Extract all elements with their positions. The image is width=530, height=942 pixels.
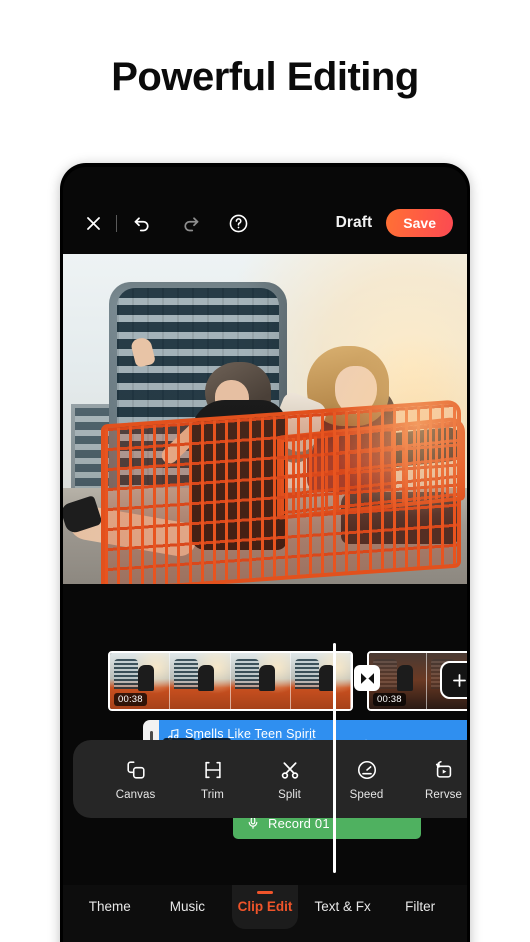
bottom-tab-bar: Theme Music Clip Edit Text & Fx Filter xyxy=(63,885,467,942)
trim-icon xyxy=(201,758,225,782)
phone-mockup: Draft Save 00:38 00:38 Smells Like Teen … xyxy=(60,163,470,942)
tab-active-underline xyxy=(256,891,273,894)
tool-label: Trim xyxy=(201,788,224,801)
clip-thumbnail xyxy=(170,653,231,709)
video-preview[interactable] xyxy=(63,254,467,584)
page-title: Powerful Editing xyxy=(111,55,419,99)
tab-label: Theme xyxy=(88,899,131,914)
page-root: Powerful Editing Draft Save 00:38 00:38 … xyxy=(0,0,530,942)
tool-label: Speed xyxy=(349,788,384,801)
tool-canvas[interactable]: Canvas xyxy=(103,758,169,801)
tool-split[interactable]: Split xyxy=(257,758,323,801)
tab-label: Music xyxy=(169,899,206,914)
undo-icon[interactable] xyxy=(126,207,158,239)
tool-label: Canvas xyxy=(115,788,156,801)
transition-icon[interactable] xyxy=(354,665,380,691)
app-screen: Draft Save 00:38 00:38 Smells Like Teen … xyxy=(63,167,467,942)
clip-thumbnail xyxy=(230,653,291,709)
tab-label: Filter xyxy=(405,899,436,914)
tool-label: Rervse xyxy=(424,788,463,801)
preview-shopping-cart xyxy=(101,399,461,584)
reverse-icon xyxy=(432,758,456,782)
redo-icon[interactable] xyxy=(174,207,206,239)
close-icon[interactable] xyxy=(77,207,109,239)
top-toolbar: Draft Save xyxy=(63,195,467,251)
tool-reverse[interactable]: Rervse xyxy=(411,758,468,801)
canvas-icon xyxy=(124,758,148,782)
toolbar-divider xyxy=(116,214,117,232)
tab-text-fx[interactable]: Text & Fx xyxy=(304,885,382,914)
tab-label: Clip Edit xyxy=(237,899,293,914)
tab-label: Text & Fx xyxy=(314,899,371,914)
tab-filter[interactable]: Filter xyxy=(381,885,459,914)
clip-duration-badge: 00:38 xyxy=(373,692,406,706)
help-circle-icon[interactable] xyxy=(222,207,254,239)
tab-music[interactable]: Music xyxy=(149,885,227,914)
add-clip-button[interactable] xyxy=(440,661,467,699)
microphone-icon xyxy=(246,816,260,830)
tool-label: Split xyxy=(278,788,301,801)
tool-trim[interactable]: Trim xyxy=(180,758,246,801)
save-button[interactable]: Save xyxy=(386,209,453,237)
scissors-icon xyxy=(278,758,302,782)
edit-tool-strip: Canvas Trim Split Speed Rervse xyxy=(73,740,467,818)
tab-theme[interactable]: Theme xyxy=(71,885,149,914)
draft-label[interactable]: Draft xyxy=(336,214,373,232)
video-clip[interactable]: 00:38 xyxy=(108,651,353,711)
tab-clip-edit[interactable]: Clip Edit xyxy=(226,885,304,929)
speedometer-icon xyxy=(355,758,379,782)
tool-speed[interactable]: Speed xyxy=(334,758,400,801)
video-track[interactable]: 00:38 00:38 xyxy=(108,651,467,711)
playhead-line[interactable] xyxy=(333,643,336,873)
clip-thumbnail xyxy=(290,653,351,709)
clip-duration-badge: 00:38 xyxy=(114,692,147,706)
